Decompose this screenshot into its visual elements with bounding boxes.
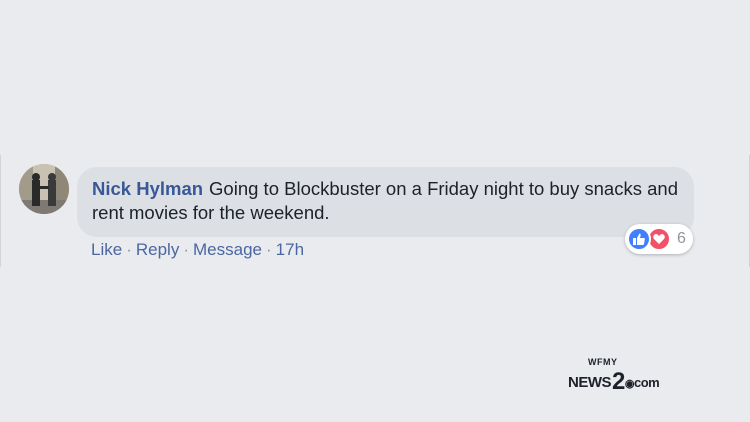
- logo-wordmark: NEWS2◉com: [568, 366, 660, 395]
- comment-actions: Like · Reply · Message · 17h: [91, 240, 304, 260]
- logo-at-icon: ◉: [624, 378, 635, 390]
- reactions-badge[interactable]: 6: [625, 224, 693, 254]
- reply-link[interactable]: Reply: [136, 240, 179, 259]
- separator: ·: [183, 240, 189, 259]
- avatar[interactable]: [19, 164, 69, 214]
- message-link[interactable]: Message: [193, 240, 262, 259]
- reaction-count: 6: [677, 230, 686, 247]
- like-link[interactable]: Like: [91, 240, 122, 259]
- logo-news: NEWS: [568, 374, 612, 391]
- left-divider: [0, 155, 1, 267]
- logo-number: 2: [612, 368, 625, 395]
- timestamp[interactable]: 17h: [276, 240, 304, 259]
- separator: ·: [126, 240, 132, 259]
- like-icon: [627, 227, 651, 251]
- comment-author[interactable]: Nick Hylman: [92, 178, 203, 199]
- comment-bubble: Nick Hylman Going to Blockbuster on a Fri…: [77, 167, 694, 237]
- logo-suffix: com: [633, 375, 660, 390]
- separator: ·: [265, 240, 272, 259]
